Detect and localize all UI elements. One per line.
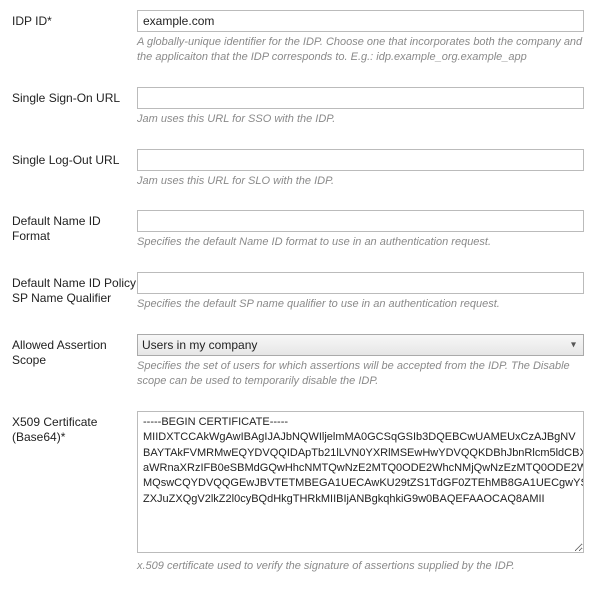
textarea-x509[interactable] xyxy=(137,411,584,553)
row-sso-url: Single Sign-On URL Jam uses this URL for… xyxy=(12,87,588,127)
hint-assertion-scope: Specifies the set of users for which ass… xyxy=(137,359,584,389)
hint-slo-url: Jam uses this URL for SLO with the IDP. xyxy=(137,174,584,189)
hint-sso-url: Jam uses this URL for SSO with the IDP. xyxy=(137,112,584,127)
row-nameid-policy-sp: Default Name ID Policy SP Name Qualifier… xyxy=(12,272,588,312)
hint-x509: x.509 certificate used to verify the sig… xyxy=(137,559,584,574)
input-sso-url[interactable] xyxy=(137,87,584,109)
row-nameid-format: Default Name ID Format Specifies the def… xyxy=(12,210,588,250)
idp-config-form: IDP ID* A globally-unique identifier for… xyxy=(0,0,600,596)
hint-nameid-policy-sp: Specifies the default SP name qualifier … xyxy=(137,297,584,312)
label-slo-url: Single Log-Out URL xyxy=(12,149,137,168)
input-nameid-format[interactable] xyxy=(137,210,584,232)
row-x509: X509 Certificate (Base64)* x.509 certifi… xyxy=(12,411,588,574)
label-sso-url: Single Sign-On URL xyxy=(12,87,137,106)
input-idp-id[interactable] xyxy=(137,10,584,32)
select-assertion-scope[interactable]: Users in my company xyxy=(137,334,584,356)
row-slo-url: Single Log-Out URL Jam uses this URL for… xyxy=(12,149,588,189)
row-assertion-scope: Allowed Assertion Scope Users in my comp… xyxy=(12,334,588,389)
label-nameid-format: Default Name ID Format xyxy=(12,210,137,244)
label-assertion-scope: Allowed Assertion Scope xyxy=(12,334,137,368)
hint-nameid-format: Specifies the default Name ID format to … xyxy=(137,235,584,250)
input-slo-url[interactable] xyxy=(137,149,584,171)
hint-idp-id: A globally-unique identifier for the IDP… xyxy=(137,35,584,65)
input-nameid-policy-sp[interactable] xyxy=(137,272,584,294)
label-x509: X509 Certificate (Base64)* xyxy=(12,411,137,445)
label-idp-id: IDP ID* xyxy=(12,10,137,29)
label-nameid-policy-sp: Default Name ID Policy SP Name Qualifier xyxy=(12,272,137,306)
row-idp-id: IDP ID* A globally-unique identifier for… xyxy=(12,10,588,65)
